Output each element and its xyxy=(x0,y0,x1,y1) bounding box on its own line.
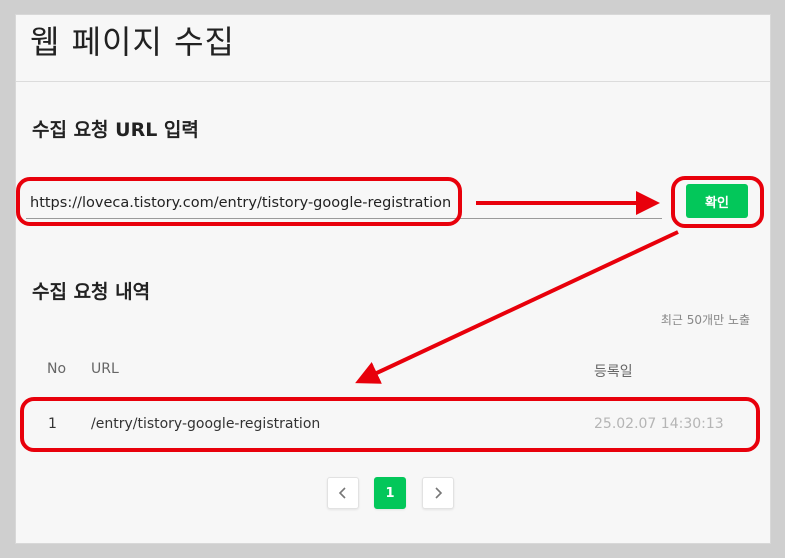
annotation-arrows xyxy=(355,191,679,384)
arrow-to-row xyxy=(355,230,679,384)
